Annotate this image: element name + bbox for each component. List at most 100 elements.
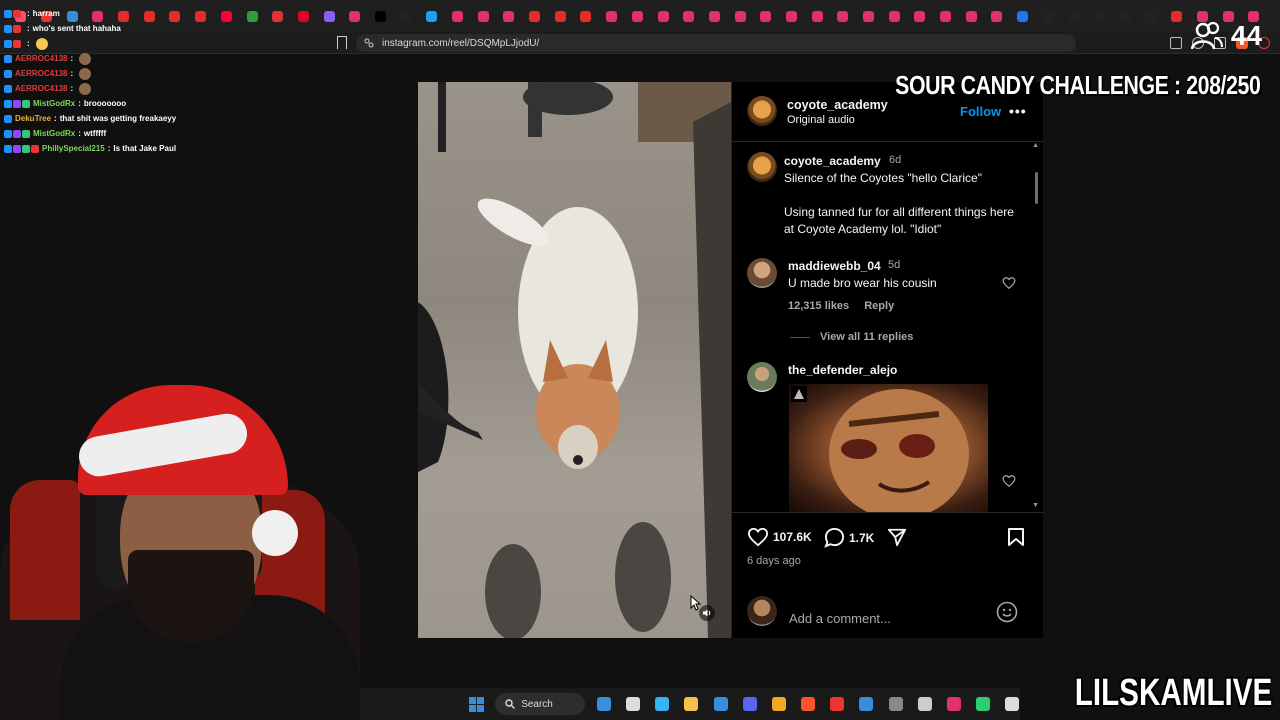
taskbar-app-icon[interactable] bbox=[735, 688, 764, 720]
tab-favicon-icon bbox=[683, 10, 695, 22]
browser-tab[interactable] bbox=[881, 0, 907, 32]
browser-tab[interactable] bbox=[1061, 0, 1087, 32]
tab-favicon-icon bbox=[1171, 10, 1183, 22]
browser-tab[interactable] bbox=[573, 0, 599, 32]
windows-taskbar: Search bbox=[360, 688, 1020, 720]
browser-tab[interactable] bbox=[1164, 0, 1190, 32]
comment-like-heart-icon[interactable] bbox=[1002, 276, 1016, 290]
browser-tab[interactable] bbox=[907, 0, 933, 32]
browser-tab[interactable] bbox=[393, 0, 419, 32]
taskbar-app-icon[interactable] bbox=[852, 688, 881, 720]
browser-tab[interactable] bbox=[779, 0, 805, 32]
save-bookmark-icon[interactable] bbox=[1007, 527, 1025, 547]
chat-badge-icon bbox=[22, 144, 30, 153]
taskbar-app-icon[interactable] bbox=[706, 688, 735, 720]
browser-tab[interactable] bbox=[291, 0, 317, 32]
like-action[interactable]: 107.6K bbox=[747, 527, 812, 547]
comment-gif[interactable] bbox=[789, 384, 988, 512]
bookmark-icon[interactable] bbox=[337, 36, 347, 49]
current-user-avatar[interactable] bbox=[747, 596, 777, 626]
taskbar-app-icon[interactable] bbox=[648, 688, 677, 720]
taskbar-app-icon[interactable] bbox=[881, 688, 910, 720]
browser-tab[interactable] bbox=[856, 0, 882, 32]
browser-tab[interactable] bbox=[1010, 0, 1036, 32]
taskbar-app-icon[interactable] bbox=[969, 688, 998, 720]
scroll-down-arrow-icon[interactable]: ▼ bbox=[1032, 502, 1039, 509]
tab-favicon-icon bbox=[1094, 10, 1106, 22]
browser-tab[interactable] bbox=[1036, 0, 1062, 32]
comment-bubble-icon[interactable] bbox=[824, 527, 845, 548]
browser-tab[interactable] bbox=[445, 0, 471, 32]
browser-tab[interactable] bbox=[727, 0, 753, 32]
chat-badge-icon bbox=[22, 129, 30, 138]
taskbar-app-icon[interactable] bbox=[998, 688, 1027, 720]
browser-tab[interactable] bbox=[702, 0, 728, 32]
browser-tab[interactable] bbox=[625, 0, 651, 32]
site-info-icon[interactable] bbox=[364, 38, 374, 48]
browser-tab[interactable] bbox=[265, 0, 291, 32]
browser-tab[interactable] bbox=[547, 0, 573, 32]
comment-text: U made bro wear his cousin bbox=[788, 276, 937, 290]
browser-tab[interactable] bbox=[368, 0, 394, 32]
browser-tab[interactable] bbox=[1113, 0, 1139, 32]
browser-tab[interactable] bbox=[599, 0, 625, 32]
browser-tab[interactable] bbox=[830, 0, 856, 32]
taskbar-search[interactable]: Search bbox=[495, 693, 586, 715]
comment-action[interactable]: 1.7K bbox=[824, 527, 874, 548]
url-text[interactable]: instagram.com/reel/DSQMpLJjodU/ bbox=[382, 38, 539, 49]
reel-video[interactable] bbox=[418, 82, 731, 638]
browser-tab[interactable] bbox=[419, 0, 445, 32]
taskbar-app-icon[interactable] bbox=[764, 688, 793, 720]
taskbar-app-icon[interactable] bbox=[939, 688, 968, 720]
comment-avatar[interactable] bbox=[747, 362, 777, 392]
chat-username: DekuTree bbox=[15, 114, 52, 123]
browser-tab[interactable] bbox=[650, 0, 676, 32]
caption-avatar[interactable] bbox=[747, 152, 777, 182]
browser-tab[interactable] bbox=[1087, 0, 1113, 32]
tab-favicon-icon bbox=[529, 10, 541, 22]
taskbar-app-icon[interactable] bbox=[794, 688, 823, 720]
browser-tab[interactable] bbox=[496, 0, 522, 32]
caption-time: 6d bbox=[889, 154, 902, 166]
comment-username[interactable]: the_defender_alejo bbox=[788, 363, 897, 377]
comment-avatar[interactable] bbox=[747, 258, 777, 288]
browser-tab[interactable] bbox=[676, 0, 702, 32]
browser-tab[interactable] bbox=[958, 0, 984, 32]
heart-icon[interactable] bbox=[747, 527, 769, 547]
viewer-count-number: 44 bbox=[1230, 20, 1262, 51]
caption-username[interactable]: coyote_academy bbox=[784, 154, 881, 168]
chat-emote-icon bbox=[35, 37, 48, 50]
taskbar-app-icon[interactable] bbox=[618, 688, 647, 720]
cast-icon[interactable] bbox=[1170, 37, 1182, 49]
comment-like-heart-icon[interactable] bbox=[1002, 474, 1016, 488]
taskbar-app-icon[interactable] bbox=[589, 688, 618, 720]
browser-tab[interactable] bbox=[753, 0, 779, 32]
browser-tab[interactable] bbox=[316, 0, 342, 32]
comment-username[interactable]: maddiewebb_04 bbox=[788, 259, 881, 273]
comment-like-count[interactable]: 12,315 likes bbox=[788, 300, 849, 312]
windows-start-icon[interactable] bbox=[462, 688, 491, 720]
scroll-up-arrow-icon[interactable]: ▲ bbox=[1032, 142, 1039, 149]
chat-text: Is that Jake Paul bbox=[113, 144, 177, 153]
browser-tab[interactable] bbox=[933, 0, 959, 32]
taskbar-app-icon[interactable] bbox=[677, 688, 706, 720]
browser-tab[interactable] bbox=[804, 0, 830, 32]
comments-panel: coyote_academy 6d Silence of the Coyotes… bbox=[732, 82, 1044, 512]
chat-badge-icon bbox=[13, 9, 21, 18]
share-paper-plane-icon[interactable] bbox=[887, 527, 907, 547]
taskbar-app-icon[interactable] bbox=[823, 688, 852, 720]
view-replies-button[interactable]: View all 11 replies bbox=[790, 331, 913, 343]
browser-tab[interactable] bbox=[470, 0, 496, 32]
app-icon bbox=[742, 697, 757, 711]
address-bar[interactable]: instagram.com/reel/DSQMpLJjodU/ bbox=[356, 34, 1076, 52]
add-comment-input[interactable]: Add a comment... bbox=[789, 611, 891, 626]
browser-tab[interactable] bbox=[984, 0, 1010, 32]
comment-reply-button[interactable]: Reply bbox=[864, 300, 894, 312]
chat-badge-icon bbox=[4, 84, 12, 93]
browser-tab[interactable] bbox=[1138, 0, 1164, 32]
emoji-icon[interactable] bbox=[996, 601, 1018, 623]
browser-tab[interactable] bbox=[342, 0, 368, 32]
browser-tab[interactable] bbox=[522, 0, 548, 32]
taskbar-app-icon[interactable] bbox=[910, 688, 939, 720]
comments-scrollbar[interactable] bbox=[1035, 172, 1038, 204]
